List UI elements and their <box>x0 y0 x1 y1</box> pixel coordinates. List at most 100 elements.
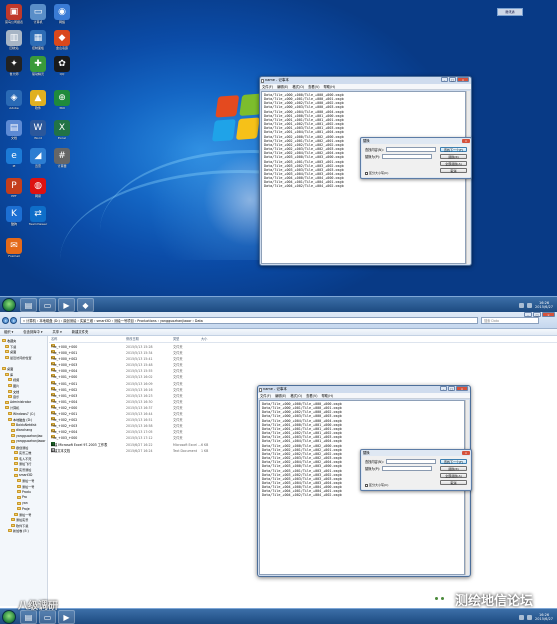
menu-file[interactable]: 文件(F) <box>260 393 271 398</box>
menu-view[interactable]: 查看(V) <box>306 393 317 398</box>
notepad-title-bar[interactable]: name - 记事本 – □ × <box>260 77 471 84</box>
desktop-icon[interactable]: ▤ 文档 <box>2 120 26 140</box>
menu-edit[interactable]: 编辑(E) <box>275 393 286 398</box>
desktop-icon[interactable]: K 酷狗 <box>2 206 26 226</box>
close-button[interactable]: × <box>457 77 469 82</box>
column-date[interactable]: 修改日期 <box>126 336 139 343</box>
desktop-icon[interactable]: ▥ 回收站 <box>2 30 26 50</box>
address-bar[interactable]: « 计算机 › 本地磁盘 (D:) › 鼎创测绘 › 实景三维 › smart3… <box>20 317 478 324</box>
find-input[interactable] <box>385 459 436 464</box>
find-input[interactable] <box>385 147 436 152</box>
desktop-icon[interactable]: e IE <box>2 148 26 168</box>
menu-file[interactable]: 文件(F) <box>262 84 273 89</box>
desktop-icon[interactable]: ⊕ 360 <box>50 90 74 110</box>
replace-input[interactable] <box>382 466 433 471</box>
desktop-icon[interactable]: ▭ 计算机 <box>26 4 50 24</box>
desktop-icon[interactable]: X Excel <box>50 120 74 140</box>
tree-item[interactable]: 新加卷 (E:) <box>0 528 47 534</box>
replace-button[interactable]: 替换(R) <box>440 466 467 471</box>
desktop-icon[interactable]: ◈ Adobe <box>2 90 26 110</box>
menu-help[interactable]: 帮助(H) <box>322 393 334 398</box>
desktop-app-icon: ◈ <box>6 90 22 106</box>
taskbar-media-button[interactable]: ▶ <box>58 298 75 312</box>
network-icon[interactable] <box>519 302 525 308</box>
close-button[interactable]: × <box>542 312 555 317</box>
checkbox-box[interactable] <box>365 483 368 487</box>
desktop-icon[interactable]: P PPT <box>2 178 26 198</box>
desktop-icon[interactable]: ◉ 网络 <box>50 4 74 24</box>
replace-dialog-close-button[interactable]: × <box>462 450 470 455</box>
desktop-icon[interactable]: ▣ 菜鸟公司报表 <box>2 4 26 24</box>
minimize-button[interactable]: – <box>441 77 448 82</box>
cancel-button[interactable]: 取消 <box>440 168 467 173</box>
column-size[interactable]: 大小 <box>201 336 207 343</box>
desktop-icon[interactable]: ✚ 驱动精灵 <box>26 56 50 76</box>
taskbar-explorer-button[interactable]: ▤ <box>20 298 37 312</box>
minimize-button[interactable]: – <box>524 312 532 317</box>
replace-dialog-close-button[interactable]: × <box>462 138 470 143</box>
desktop-badge[interactable]: 腾讯通 <box>497 8 523 16</box>
tray-clock[interactable]: 16:26 2015/6/27 <box>535 301 553 309</box>
desktop-icon[interactable]: ◢ 迅雷 <box>26 148 50 168</box>
maximize-button[interactable]: □ <box>448 386 455 391</box>
desktop-icon[interactable]: ✿ QQ <box>50 56 74 76</box>
search-input[interactable]: 搜索 Data <box>481 317 539 324</box>
maximize-button[interactable]: □ <box>449 77 456 82</box>
replace-all-button[interactable]: 全部替换(A) <box>440 161 467 166</box>
replace-all-button[interactable]: 全部替换(A) <box>440 473 467 478</box>
desktop-icon[interactable]: ◍ 网易 <box>26 178 50 198</box>
taskbar-explorer-button[interactable]: ▤ <box>20 610 37 624</box>
cancel-button[interactable]: 取消 <box>440 480 467 485</box>
desktop-icon[interactable]: ▦ 控制面板 <box>26 30 50 50</box>
maximize-button[interactable]: □ <box>533 312 541 317</box>
menu-edit[interactable]: 编辑(E) <box>277 84 288 89</box>
find-next-button[interactable]: 查找下一个(F) <box>440 147 467 152</box>
replace-dialog[interactable]: 替换 × 查找内容(N): 替换为(P): 查找下一个(F) 替换(R) 全部替… <box>360 449 472 491</box>
menu-format[interactable]: 格式(O) <box>290 393 302 398</box>
notepad-title-bar[interactable]: name - 记事本 – □ × <box>258 386 470 393</box>
explorer-window[interactable]: ‹ › « 计算机 › 本地磁盘 (D:) › 鼎创测绘 › 实景三维 › sm… <box>0 312 557 624</box>
toolbar-share[interactable]: 共享 ▾ <box>52 329 61 335</box>
taskbar-notepad-button[interactable]: ▭ <box>39 610 56 624</box>
desktop-icon[interactable]: ▲ 软件 <box>26 90 50 110</box>
column-type[interactable]: 类型 <box>173 336 179 343</box>
desktop-icon[interactable]: ⇄ TeamViewer <box>26 206 50 226</box>
minimize-button[interactable]: – <box>440 386 447 391</box>
desktop-icon[interactable]: ◆ 金山毒霸 <box>50 30 74 50</box>
forward-arrow-icon[interactable]: › <box>10 317 17 324</box>
volume-icon[interactable] <box>527 302 533 308</box>
network-icon[interactable] <box>519 614 525 620</box>
tray-clock[interactable]: 16:26 2015/6/27 <box>535 613 553 621</box>
start-button[interactable] <box>2 298 16 312</box>
toolbar-include-library[interactable]: 包含到库中 ▾ <box>23 329 42 335</box>
desktop-icon[interactable]: ✉ Foxmail <box>2 238 26 258</box>
taskbar-media-button[interactable]: ▶ <box>58 610 75 624</box>
explorer-title-bar[interactable]: ‹ › « 计算机 › 本地磁盘 (D:) › 鼎创测绘 › 实景三维 › sm… <box>0 312 557 329</box>
menu-help[interactable]: 帮助(H) <box>324 84 336 89</box>
tree-item-label: 收藏夹 <box>7 339 17 344</box>
desktop-icon[interactable]: ✦ 鲁大师 <box>2 56 26 76</box>
replace-input[interactable] <box>382 154 433 159</box>
menu-view[interactable]: 查看(V) <box>308 84 319 89</box>
match-case-checkbox[interactable]: 区分大小写(C) <box>365 171 388 175</box>
file-row[interactable]: 新建文本文档 2015/6/27 16:24 Text Document 1 KB <box>49 447 249 454</box>
start-button[interactable] <box>2 610 16 624</box>
toolbar-new-folder[interactable]: 新建文件夹 <box>72 329 88 335</box>
find-next-button[interactable]: 查找下一个(F) <box>440 459 467 464</box>
menu-format[interactable]: 格式(O) <box>292 84 304 89</box>
replace-dialog[interactable]: 替换 × 查找内容(N): 替换为(P): 查找下一个(F) 替换(R) 全部替… <box>360 137 472 179</box>
desktop-icon[interactable]: # 计算器 <box>50 148 74 168</box>
desktop-app-icon: ✉ <box>6 238 22 254</box>
volume-icon[interactable] <box>527 614 533 620</box>
desktop-screen: ▣ 菜鸟公司报表 ▭ 计算机 ◉ 网络 ▥ 回收站 ▦ 控制面板 ◆ 金山毒霸 ✦ 鲁大师 ✚ 驱动精灵 ✿ QQ… <box>0 0 557 312</box>
column-name[interactable]: 名称 <box>51 336 57 343</box>
replace-button[interactable]: 替换(R) <box>440 154 467 159</box>
desktop-icon[interactable]: W Word <box>26 120 50 140</box>
checkbox-box[interactable] <box>365 171 368 175</box>
match-case-checkbox[interactable]: 区分大小写(C) <box>365 483 388 487</box>
taskbar-app-button[interactable]: ◆ <box>77 298 94 312</box>
close-button[interactable]: × <box>456 386 468 391</box>
back-arrow-icon[interactable]: ‹ <box>2 317 9 324</box>
toolbar-organize[interactable]: 组织 ▾ <box>4 329 13 335</box>
taskbar-notepad-button[interactable]: ▭ <box>39 298 56 312</box>
